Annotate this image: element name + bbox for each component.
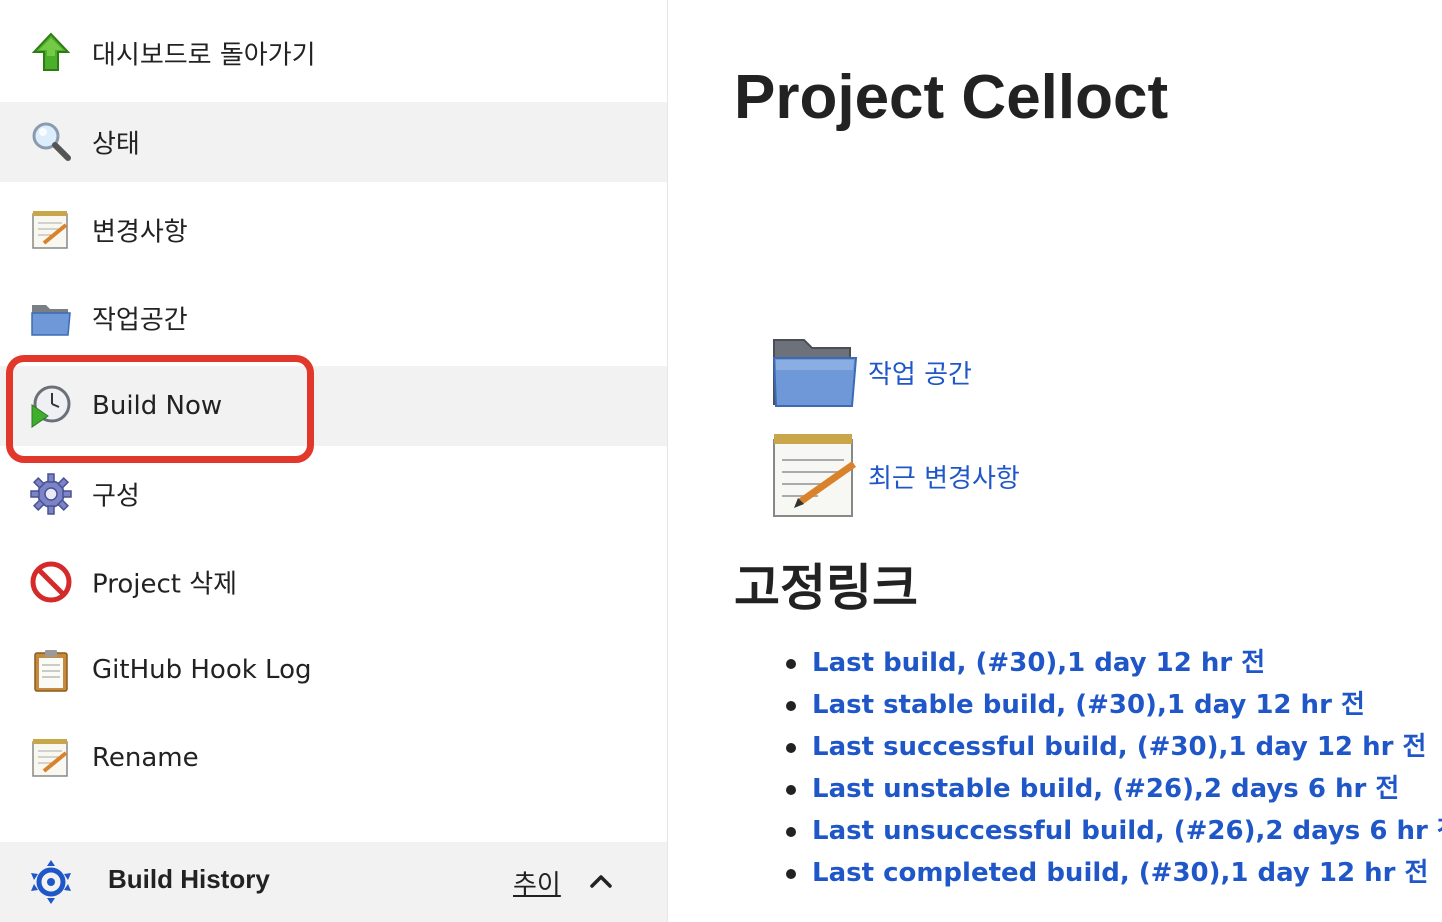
sidebar-item-delete-project[interactable]: Project 삭제 [0, 542, 667, 622]
sidebar-item-workspace[interactable]: 작업공간 [0, 278, 667, 358]
list-item: Last unstable build, (#26),2 days 6 hr 전 [780, 768, 1442, 810]
trend-link[interactable]: 추이 [513, 864, 561, 901]
sidebar-item-back-to-dashboard[interactable]: 대시보드로 돌아가기 [0, 13, 667, 93]
permalink-last-completed-build[interactable]: Last completed build, (#30),1 day 12 hr … [812, 858, 1428, 888]
clock-play-icon [31, 385, 71, 428]
list-item: Last unsuccessful build, (#26),2 days 6 … [780, 810, 1442, 852]
chevron-up-icon[interactable] [588, 870, 614, 892]
gear-icon [30, 473, 72, 515]
notepad-icon [32, 739, 68, 777]
sidebar-item-label: 변경사항 [92, 217, 188, 248]
list-item: Last stable build, (#30),1 day 12 hr 전 [780, 684, 1442, 726]
permalink-last-unstable-build[interactable]: Last unstable build, (#26),2 days 6 hr 전 [812, 774, 1399, 804]
sidebar-item-label: GitHub Hook Log [92, 655, 312, 685]
notepad-icon [32, 211, 68, 249]
main-panel: Project Celloct 작업 공간 최근 변경사항 고정링크 Last … [668, 0, 1442, 922]
clipboard-icon [34, 650, 68, 692]
permalink-last-build[interactable]: Last build, (#30),1 day 12 hr 전 [812, 648, 1265, 678]
build-history-title: Build History [108, 864, 270, 894]
task-recent-changes-link[interactable]: 최근 변경사항 [868, 458, 1020, 495]
build-history-header: Build History 추이 [0, 842, 667, 922]
sidebar-item-build-now[interactable]: Build Now [0, 366, 667, 446]
task-workspace[interactable]: 작업 공간 [768, 326, 972, 418]
sidebar-item-github-hook-log[interactable]: GitHub Hook Log [0, 630, 667, 710]
permalink-last-unsuccessful-build[interactable]: Last unsuccessful build, (#26),2 days 6 … [812, 816, 1442, 846]
sidebar-item-label: 대시보드로 돌아가기 [92, 40, 316, 71]
permalinks-list: Last build, (#30),1 day 12 hr 전 Last sta… [780, 642, 1442, 894]
task-workspace-link[interactable]: 작업 공간 [868, 354, 972, 391]
sidebar-item-label: 상태 [92, 129, 140, 160]
sidebar-item-label: Rename [92, 743, 199, 773]
sidebar-item-label: 구성 [92, 481, 140, 512]
list-item: Last completed build, (#30),1 day 12 hr … [780, 852, 1442, 894]
bullet [786, 869, 796, 879]
sidebar-item-label: Build Now [92, 391, 223, 421]
sidebar-item-label: Project 삭제 [92, 569, 238, 600]
sidebar: 대시보드로 돌아가기 상태 변경사항 작업공간 Build Now 구성 Pro… [0, 0, 668, 922]
page-title: Project Celloct [734, 63, 1169, 132]
list-item: Last successful build, (#30),1 day 12 hr… [780, 726, 1442, 768]
sidebar-item-rename[interactable]: Rename [0, 718, 667, 798]
bullet [786, 659, 796, 669]
sidebar-item-changes[interactable]: 변경사항 [0, 190, 667, 270]
permalink-last-stable-build[interactable]: Last stable build, (#30),1 day 12 hr 전 [812, 690, 1365, 720]
sidebar-item-label: 작업공간 [92, 305, 188, 336]
up-arrow-icon [31, 32, 71, 71]
bullet [786, 701, 796, 711]
bullet [786, 785, 796, 795]
permalink-last-successful-build[interactable]: Last successful build, (#30),1 day 12 hr… [812, 732, 1426, 762]
magnifier-icon [32, 122, 71, 161]
no-entry-icon [30, 561, 72, 603]
bullet [786, 827, 796, 837]
permalinks-heading: 고정링크 [734, 559, 918, 617]
sidebar-item-configure[interactable]: 구성 [0, 454, 667, 534]
notepad-icon [773, 434, 857, 517]
list-item: Last build, (#30),1 day 12 hr 전 [780, 642, 1442, 684]
folder-icon [772, 339, 858, 407]
build-history-icon [31, 860, 71, 904]
task-recent-changes[interactable]: 최근 변경사항 [768, 430, 1020, 522]
bullet [786, 743, 796, 753]
sidebar-item-status[interactable]: 상태 [0, 102, 667, 182]
folder-icon [31, 305, 71, 336]
